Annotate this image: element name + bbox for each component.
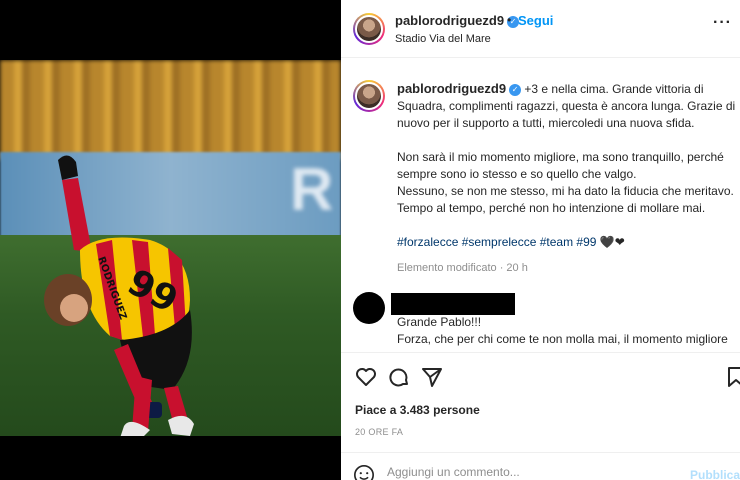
heart-icon[interactable]	[354, 365, 378, 389]
verified-icon: ✓	[509, 83, 522, 96]
add-comment-bar: Pubblica	[341, 452, 740, 480]
caption-hearts: 🖤❤	[599, 235, 625, 249]
header-separator: •	[507, 13, 512, 27]
player-figure: 99 RODRIGUEZ	[44, 155, 194, 436]
author-avatar[interactable]	[353, 13, 385, 45]
publish-button[interactable]: Pubblica	[690, 468, 740, 480]
board-text: R	[290, 156, 334, 223]
edited-label: Elemento modificato · 20 h	[397, 262, 528, 274]
action-bar	[341, 352, 740, 400]
caption-avatar[interactable]	[353, 80, 385, 112]
comment-icon[interactable]	[387, 365, 411, 389]
post-header: pablorodriguezd9 ✓ • Segui Stadio Via del…	[341, 0, 740, 58]
emoji-icon[interactable]	[353, 464, 375, 480]
post-side-panel: pablorodriguezd9 ✓ • Segui Stadio Via del…	[341, 0, 740, 480]
comment-line-2: Forza, che per chi come te non molla mai…	[397, 332, 728, 346]
post-timestamp[interactable]: 20 ORE FA	[355, 427, 403, 437]
post-media[interactable]: R 99 RODRIGUEZ	[0, 0, 341, 480]
caption-line-3: Nessuno, se non me stesso, mi ha dato la…	[397, 184, 734, 198]
caption-line-2: Non sarà il mio momento migliore, ma son…	[397, 150, 724, 181]
comment-line-1: Grande Pablo!!!	[397, 315, 482, 329]
author-username[interactable]: pablorodriguezd9 ✓	[395, 13, 520, 28]
commenter-avatar-redacted[interactable]	[353, 292, 385, 324]
comment-input[interactable]	[387, 465, 687, 479]
ellipsis-icon[interactable]: ···	[713, 14, 732, 32]
post-caption: pablorodriguezd9 ✓ +3 e nella cima. Grand…	[397, 80, 737, 251]
caption-username[interactable]: pablorodriguezd9	[397, 81, 506, 96]
post-photo: R 99 RODRIGUEZ	[0, 60, 341, 436]
location-link[interactable]: Stadio Via del Mare	[395, 33, 491, 45]
likes-count[interactable]: Piace a 3.483 persone	[355, 403, 480, 417]
bookmark-icon[interactable]	[724, 365, 740, 389]
caption-line-4: Tempo al tempo, perché non ho intenzione…	[397, 201, 706, 215]
username-text[interactable]: pablorodriguezd9	[395, 13, 504, 28]
caption-hashtags[interactable]: #forzalecce #semprelecce #team #99	[397, 235, 596, 249]
send-icon[interactable]	[420, 365, 444, 389]
commenter-name-redacted[interactable]	[391, 293, 515, 315]
follow-button[interactable]: Segui	[518, 13, 553, 28]
